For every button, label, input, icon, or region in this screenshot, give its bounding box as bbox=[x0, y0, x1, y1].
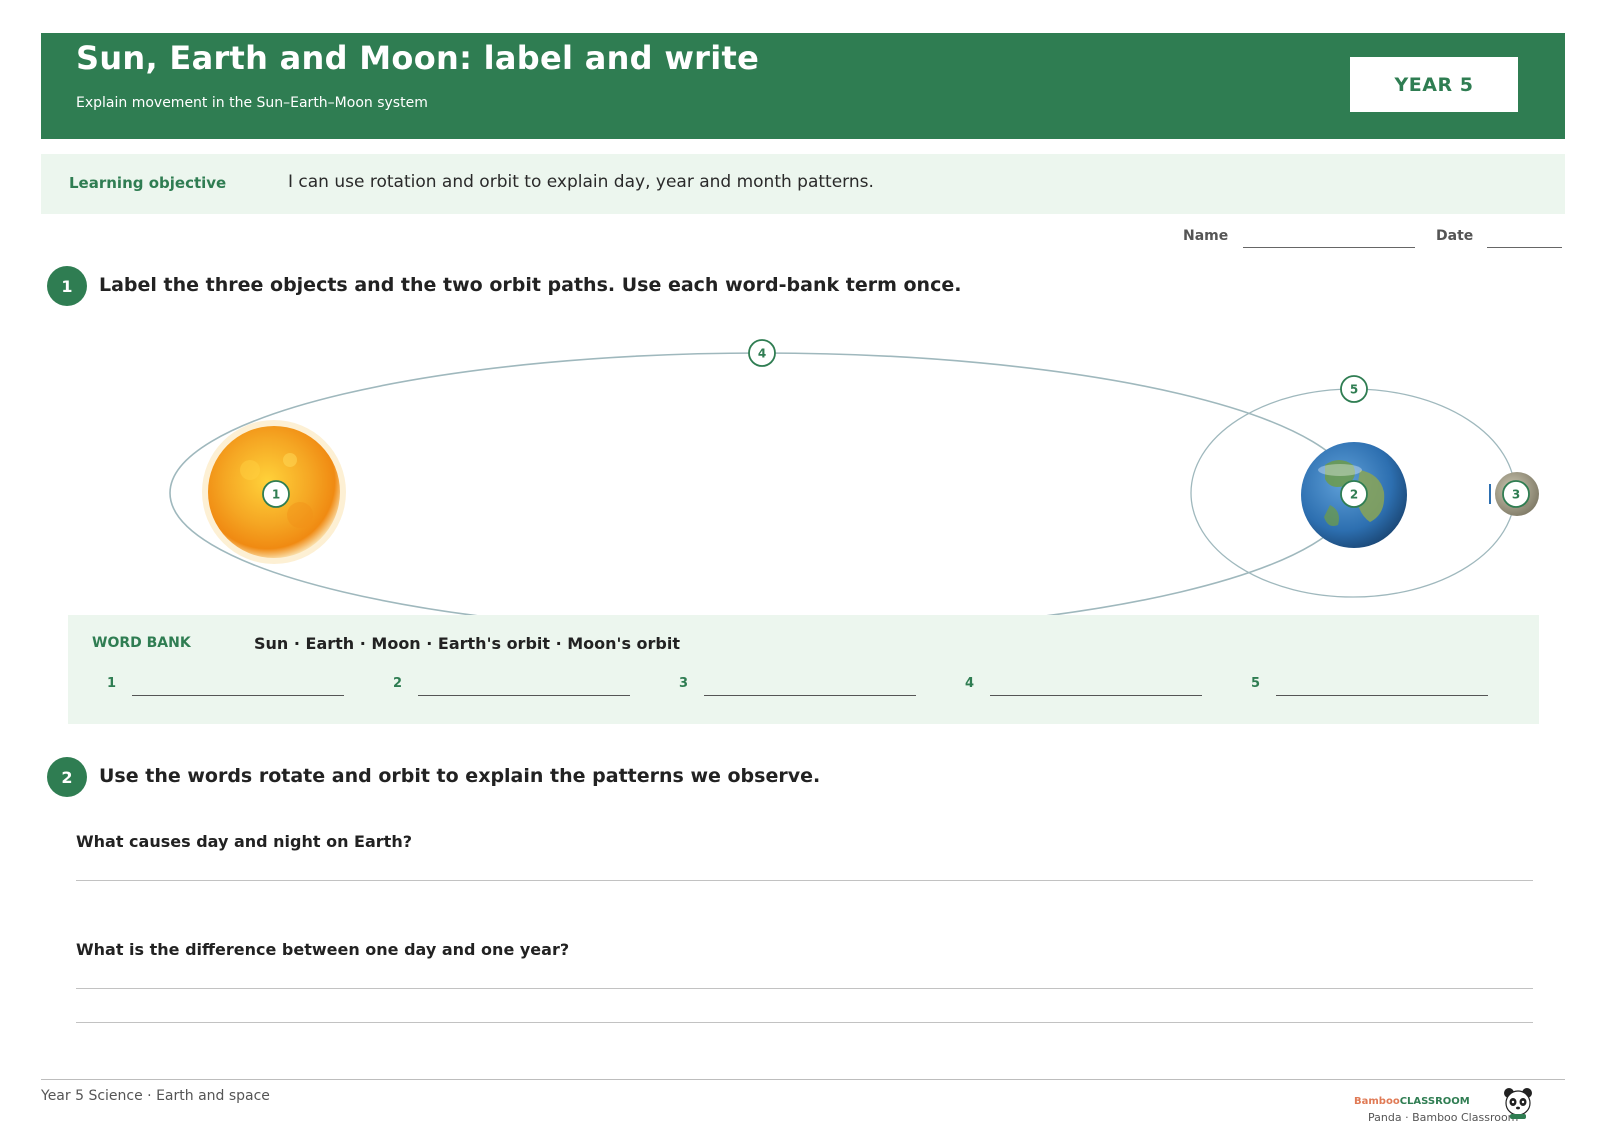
date-label: Date bbox=[1436, 228, 1474, 244]
marker-4: 4 bbox=[748, 339, 776, 367]
word-bank-terms: Sun · Earth · Moon · Earth's orbit · Moo… bbox=[254, 634, 681, 653]
question-1-number: 1 bbox=[47, 266, 87, 306]
word-bank-label: WORD BANK bbox=[92, 635, 191, 651]
word-bank-panel: WORD BANK Sun · Earth · Moon · Earth's o… bbox=[68, 615, 1539, 724]
marker-2: 2 bbox=[1340, 480, 1368, 508]
blank-1-answer[interactable] bbox=[132, 695, 344, 696]
footer-course-label: Year 5 Science · Earth and space bbox=[41, 1088, 270, 1104]
question-2-number: 2 bbox=[47, 757, 87, 797]
brand-subtitle: Panda · Bamboo Classroom bbox=[1368, 1111, 1519, 1124]
marker-3: 3 bbox=[1502, 480, 1530, 508]
blank-4-answer[interactable] bbox=[990, 695, 1202, 696]
sun-earth-moon-diagram: 1 2 3 4 5 bbox=[169, 339, 1539, 615]
marker-1-label: 1 bbox=[272, 488, 280, 502]
marker-2-label: 2 bbox=[1350, 488, 1358, 502]
prompt-day-year: What is the difference between one day a… bbox=[76, 940, 570, 959]
blank-4-number: 4 bbox=[965, 676, 975, 691]
prompt-day-night: What causes day and night on Earth? bbox=[76, 832, 412, 851]
marker-3-label: 3 bbox=[1512, 488, 1520, 502]
marker-5-label: 5 bbox=[1350, 383, 1358, 397]
learning-objective-panel: Learning objective I can use rotation an… bbox=[41, 154, 1565, 214]
answer-line-day-year-1[interactable] bbox=[76, 988, 1533, 989]
answer-line-day-year-2[interactable] bbox=[76, 1022, 1533, 1023]
footer-divider bbox=[41, 1079, 1565, 1080]
panda-icon bbox=[1504, 1088, 1532, 1119]
blank-3-number: 3 bbox=[679, 676, 689, 691]
blank-5-answer[interactable] bbox=[1276, 695, 1488, 696]
question-2-text: Use the words rotate and orbit to explai… bbox=[99, 765, 821, 787]
blank-2-number: 2 bbox=[393, 676, 403, 691]
page-subtitle: Explain movement in the Sun–Earth–Moon s… bbox=[76, 95, 428, 111]
objective-label: Learning objective bbox=[69, 174, 227, 192]
blank-3-answer[interactable] bbox=[704, 695, 916, 696]
page-title: Sun, Earth and Moon: label and write bbox=[76, 39, 760, 77]
question-1-text: Label the three objects and the two orbi… bbox=[99, 274, 962, 296]
date-field[interactable] bbox=[1487, 247, 1562, 248]
marker-4-label: 4 bbox=[758, 347, 766, 361]
name-label: Name bbox=[1183, 228, 1229, 244]
earths-orbit-path bbox=[169, 352, 1355, 615]
objective-text: I can use rotation and orbit to explain … bbox=[288, 172, 874, 192]
year-badge: YEAR 5 bbox=[1350, 57, 1518, 112]
blank-2-answer[interactable] bbox=[418, 695, 630, 696]
brand-logo: BambooCLASSROOM bbox=[1354, 1096, 1470, 1107]
marker-1: 1 bbox=[262, 480, 290, 508]
marker-5: 5 bbox=[1340, 375, 1368, 403]
name-field[interactable] bbox=[1243, 247, 1415, 248]
answer-line-day-night[interactable] bbox=[76, 880, 1533, 881]
blank-5-number: 5 bbox=[1251, 676, 1261, 691]
worksheet-header: Sun, Earth and Moon: label and write Exp… bbox=[41, 33, 1565, 139]
blank-1-number: 1 bbox=[107, 676, 117, 691]
